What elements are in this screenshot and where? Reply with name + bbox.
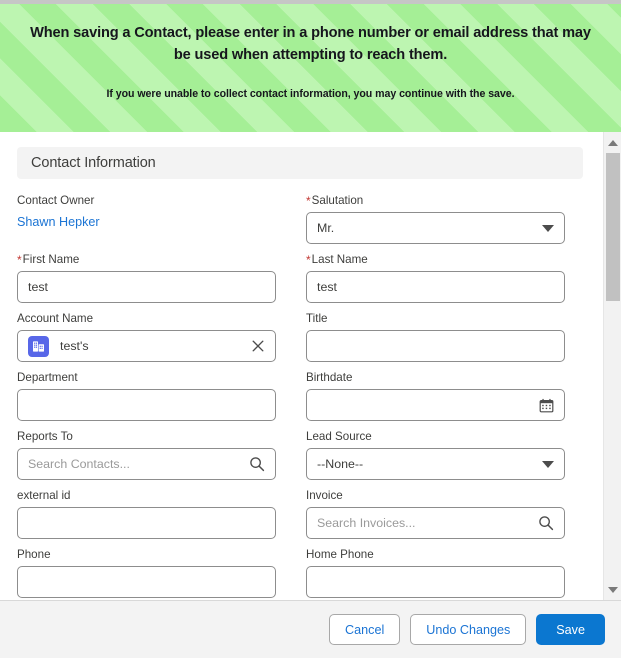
form-row: external id Invoice Search Invoices... <box>17 488 583 539</box>
label-external-id: external id <box>17 489 71 502</box>
salutation-dropdown[interactable]: Mr. <box>306 212 565 244</box>
field-contact-owner: Contact Owner Shawn Hepker <box>17 193 276 244</box>
required-asterisk-icon: * <box>17 253 22 267</box>
label-salutation-text: Salutation <box>311 194 364 207</box>
form-row: *First Name test *Last Name test <box>17 252 583 303</box>
search-icon[interactable] <box>538 515 554 531</box>
salutation-value: Mr. <box>317 221 335 235</box>
first-name-input[interactable]: test <box>17 271 276 303</box>
first-name-value: test <box>28 280 48 294</box>
triangle-up-glyph <box>607 139 618 146</box>
banner-title: When saving a Contact, please enter in a… <box>30 25 591 64</box>
account-name-value: test's <box>60 339 89 353</box>
external-id-input[interactable] <box>17 507 276 539</box>
contact-edit-modal: When saving a Contact, please enter in a… <box>0 0 621 658</box>
title-input[interactable] <box>306 330 565 362</box>
scroll-up-arrow-icon[interactable] <box>604 134 621 151</box>
label-home-phone: Home Phone <box>306 548 374 561</box>
reports-to-search-input[interactable]: Search Contacts... <box>17 448 276 480</box>
label-first-name: *First Name <box>17 252 276 267</box>
account-name-lookup[interactable]: test's <box>17 330 276 362</box>
phone-input[interactable] <box>17 566 276 598</box>
invoice-placeholder: Search Invoices... <box>317 516 416 530</box>
field-account-name: Account Name test's <box>17 311 276 362</box>
scroll-down-arrow-icon[interactable] <box>604 581 621 598</box>
banner-subtitle: If you were unable to collect contact in… <box>106 88 515 101</box>
lead-source-dropdown[interactable]: --None-- <box>306 448 565 480</box>
field-phone: Phone <box>17 547 276 598</box>
last-name-value: test <box>317 280 337 294</box>
close-icon[interactable] <box>251 339 265 353</box>
form-row: Account Name test's Title <box>17 311 583 362</box>
search-icon[interactable] <box>249 456 265 472</box>
field-salutation: *Salutation Mr. <box>306 193 565 244</box>
label-birthdate: Birthdate <box>306 371 353 384</box>
field-birthdate: Birthdate <box>306 370 565 421</box>
home-phone-input[interactable] <box>306 566 565 598</box>
label-phone: Phone <box>17 548 51 561</box>
label-title: Title <box>306 312 328 325</box>
required-asterisk-icon: * <box>306 194 311 208</box>
warning-banner: When saving a Contact, please enter in a… <box>0 4 621 132</box>
modal-footer: Cancel Undo Changes Save <box>0 600 621 658</box>
field-external-id: external id <box>17 488 276 539</box>
form-row: Reports To Search Contacts... Lead Sourc… <box>17 429 583 480</box>
account-building-icon <box>28 335 49 357</box>
calendar-icon[interactable] <box>539 398 554 413</box>
label-department: Department <box>17 371 78 384</box>
form-row: Department Birthdate <box>17 370 583 421</box>
label-reports-to: Reports To <box>17 430 73 443</box>
chevron-down-icon <box>542 460 554 468</box>
last-name-input[interactable]: test <box>306 271 565 303</box>
cancel-button[interactable]: Cancel <box>329 614 401 645</box>
department-input[interactable] <box>17 389 276 421</box>
form-scroll-region[interactable]: Contact Information Contact Owner Shawn … <box>0 132 621 600</box>
invoice-search-input[interactable]: Search Invoices... <box>306 507 565 539</box>
scrollbar-thumb[interactable] <box>606 153 620 301</box>
undo-changes-button[interactable]: Undo Changes <box>410 614 527 645</box>
reports-to-placeholder: Search Contacts... <box>28 457 130 471</box>
label-contact-owner: Contact Owner <box>17 194 95 207</box>
field-title: Title <box>306 311 565 362</box>
vertical-scrollbar[interactable] <box>603 132 621 600</box>
field-first-name: *First Name test <box>17 252 276 303</box>
form-row: Phone Home Phone <box>17 547 583 598</box>
section-header-contact-information: Contact Information <box>17 147 583 179</box>
chevron-down-icon <box>542 224 554 232</box>
section-title: Contact Information <box>31 155 156 171</box>
field-invoice: Invoice Search Invoices... <box>306 488 565 539</box>
required-asterisk-icon: * <box>306 253 311 267</box>
field-lead-source: Lead Source --None-- <box>306 429 565 480</box>
label-salutation: *Salutation <box>306 193 565 208</box>
lead-source-value: --None-- <box>317 457 364 471</box>
field-last-name: *Last Name test <box>306 252 565 303</box>
triangle-down-glyph <box>607 586 618 593</box>
label-last-name: *Last Name <box>306 252 565 267</box>
form-row: Contact Owner Shawn Hepker *Salutation M… <box>17 193 583 244</box>
label-account-name: Account Name <box>17 312 94 325</box>
save-button[interactable]: Save <box>536 614 605 645</box>
birthdate-input[interactable] <box>306 389 565 421</box>
label-first-name-text: First Name <box>22 253 80 266</box>
form-content: Contact Information Contact Owner Shawn … <box>0 132 600 600</box>
field-department: Department <box>17 370 276 421</box>
contact-owner-link[interactable]: Shawn Hepker <box>17 212 276 232</box>
field-home-phone: Home Phone <box>306 547 565 598</box>
label-lead-source: Lead Source <box>306 430 372 443</box>
label-last-name-text: Last Name <box>311 253 368 266</box>
label-invoice: Invoice <box>306 489 343 502</box>
field-reports-to: Reports To Search Contacts... <box>17 429 276 480</box>
